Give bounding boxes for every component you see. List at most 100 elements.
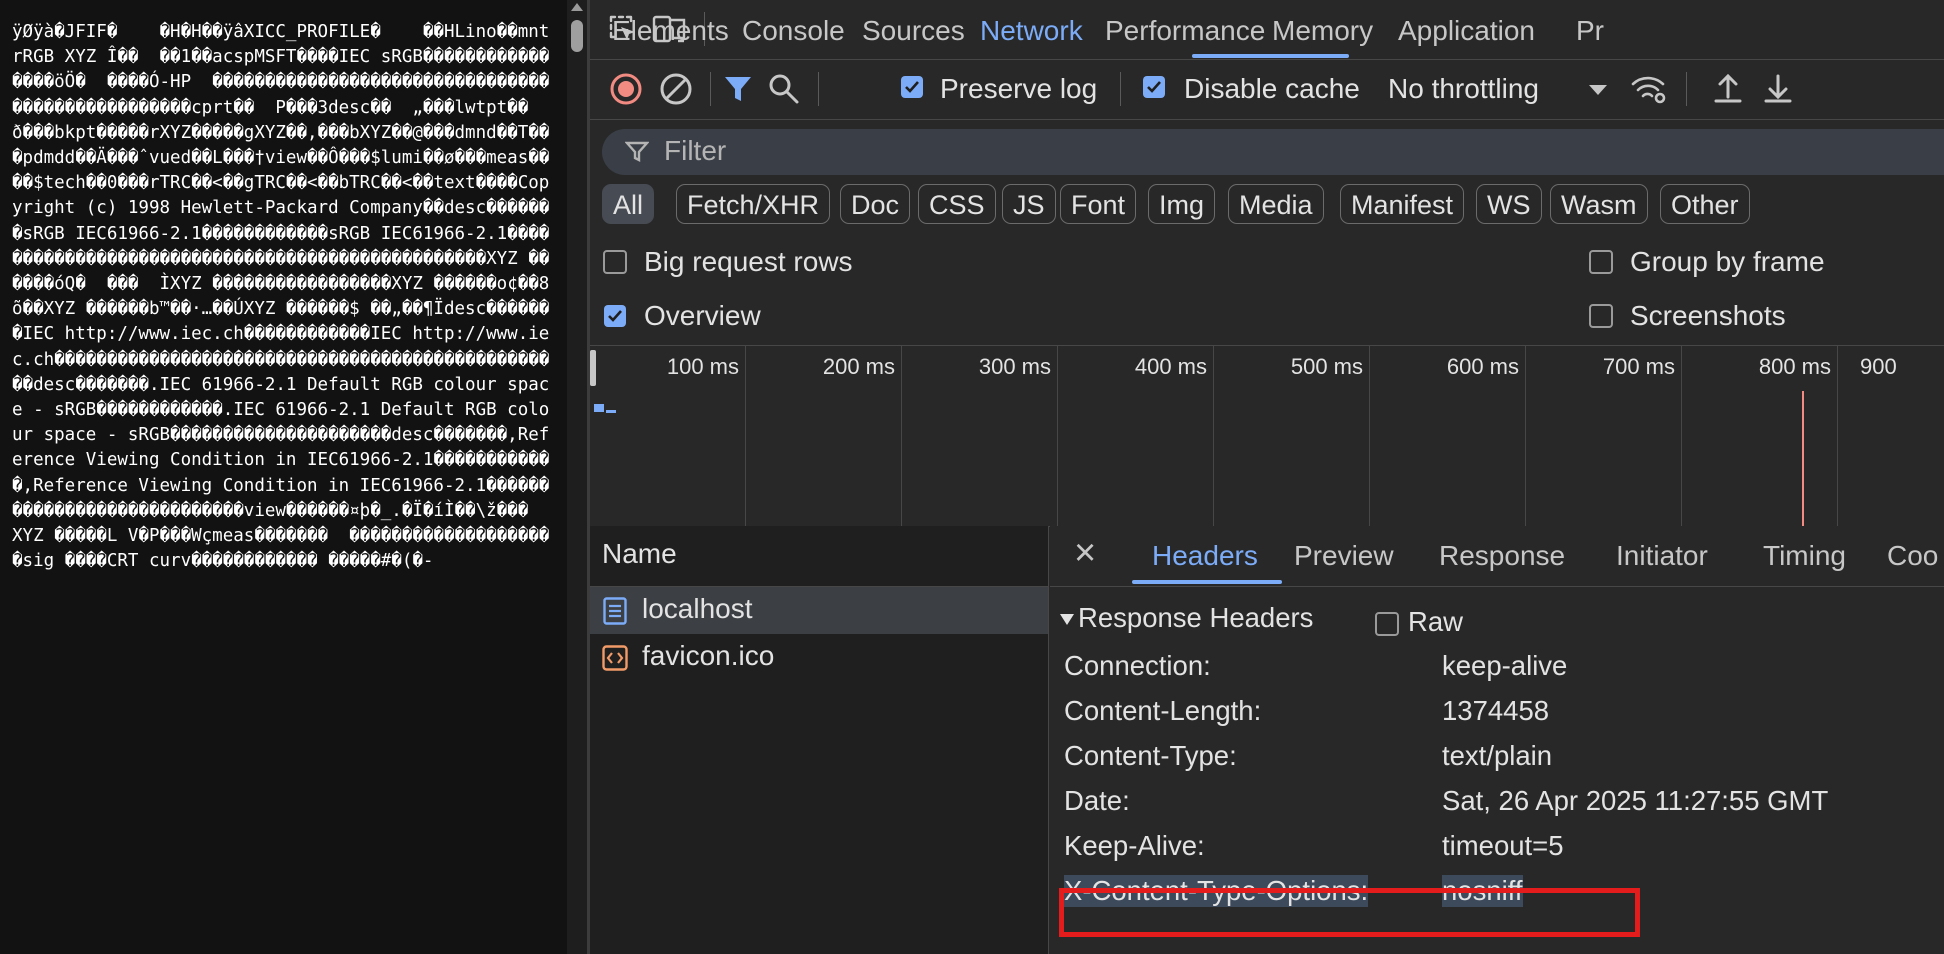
toolbar-separator: [818, 72, 819, 106]
tab-privacy-truncated[interactable]: Pr: [1576, 0, 1604, 59]
timeline-tick-label: 800 ms: [1758, 354, 1831, 379]
filter-type-css[interactable]: CSS: [918, 184, 996, 224]
timeline-gridline: [1057, 346, 1058, 526]
timeline-gridline: [901, 346, 902, 526]
tab-cookies-truncated[interactable]: Coo: [1887, 540, 1938, 572]
devtools-main-tabs: Elements Console Sources Network Perform…: [590, 0, 1944, 60]
scroll-up-arrow-icon[interactable]: [571, 3, 583, 11]
devtools-panel: Elements Console Sources Network Perform…: [590, 0, 1944, 954]
raw-checkbox-box[interactable]: [1375, 612, 1399, 636]
name-column-header[interactable]: Name: [590, 526, 1048, 587]
request-details-pane: × Headers Preview Response Initiator Tim…: [1050, 526, 1944, 954]
section-collapse-triangle-icon[interactable]: [1060, 614, 1074, 625]
filter-input[interactable]: Filter: [602, 129, 1944, 175]
tab-sources[interactable]: Sources: [862, 0, 965, 59]
request-list: Name localhost favicon.ico: [590, 526, 1049, 954]
filter-type-other[interactable]: Other: [1660, 184, 1750, 224]
network-overview-timeline[interactable]: 100 ms 200 ms 300 ms 400 ms 500 ms 600 m…: [590, 345, 1944, 527]
timeline-left-handle[interactable]: [590, 350, 596, 386]
timeline-tick-label: 100 ms: [666, 354, 739, 379]
overview-checkbox[interactable]: [604, 305, 626, 327]
filter-type-font[interactable]: Font: [1060, 184, 1137, 224]
disable-cache-checkbox[interactable]: [1143, 76, 1165, 98]
toolbar-separator: [1686, 72, 1687, 106]
disable-cache-label[interactable]: Disable cache: [1184, 73, 1360, 105]
tab-performance[interactable]: Performance: [1105, 0, 1265, 59]
name-column-label: Name: [602, 538, 677, 569]
page-scrollbar[interactable]: [567, 0, 587, 954]
request-row-favicon[interactable]: favicon.ico: [590, 634, 1048, 681]
group-by-frame-label[interactable]: Group by frame: [1630, 246, 1825, 278]
filter-type-ws[interactable]: WS: [1476, 184, 1542, 224]
group-by-frame-checkbox[interactable]: [1589, 250, 1613, 274]
clear-icon[interactable]: [658, 71, 694, 107]
response-headers-title[interactable]: Response Headers: [1078, 602, 1313, 634]
chevron-down-icon[interactable]: [1588, 83, 1608, 97]
big-request-rows-label[interactable]: Big request rows: [644, 246, 853, 278]
details-tab-strip: × Headers Preview Response Initiator Tim…: [1050, 526, 1944, 587]
filter-type-media[interactable]: Media: [1228, 184, 1324, 224]
tab-timing[interactable]: Timing: [1763, 540, 1846, 572]
filter-type-fetch-xhr[interactable]: Fetch/XHR: [676, 184, 831, 224]
toolbar-separator: [1120, 72, 1121, 106]
network-conditions-icon[interactable]: [1630, 71, 1668, 107]
filter-type-doc[interactable]: Doc: [840, 184, 911, 224]
header-name-keep-alive: Keep-Alive:: [1064, 830, 1205, 861]
record-stop-icon[interactable]: [608, 71, 644, 107]
network-toolbar: Preserve log Disable cache No throttling: [590, 59, 1944, 120]
preserve-log-checkbox[interactable]: [901, 76, 923, 98]
tab-preview[interactable]: Preview: [1294, 540, 1394, 572]
tab-initiator[interactable]: Initiator: [1616, 540, 1708, 572]
filter-icon[interactable]: [720, 71, 756, 107]
filter-type-img[interactable]: Img: [1148, 184, 1216, 224]
header-name-date: Date:: [1064, 785, 1130, 816]
request-name: favicon.ico: [642, 640, 775, 671]
header-value-date: Sat, 26 Apr 2025 11:27:55 GMT: [1442, 785, 1829, 816]
timeline-tick-label: 500 ms: [1290, 354, 1363, 379]
tab-console[interactable]: Console: [742, 0, 845, 59]
overview-label[interactable]: Overview: [644, 300, 761, 332]
tab-application[interactable]: Application: [1398, 0, 1535, 59]
timeline-request-bar: [606, 410, 616, 413]
tab-elements[interactable]: Elements: [612, 0, 729, 59]
raw-page-pane: ÿØÿà�JFIF� �H�H��ÿâXICC_PROFILE� ��HLino…: [0, 0, 567, 954]
screenshots-checkbox[interactable]: [1589, 304, 1613, 328]
screenshots-label[interactable]: Screenshots: [1630, 300, 1786, 332]
page-scrollbar-thumb[interactable]: [571, 20, 583, 52]
active-tab-underline: [1192, 54, 1349, 58]
timeline-tick-label: 900: [1860, 354, 1897, 379]
timeline-tick-label: 600 ms: [1446, 354, 1519, 379]
header-name-content-length: Content-Length:: [1064, 695, 1262, 726]
tab-headers[interactable]: Headers: [1152, 540, 1258, 572]
tab-response[interactable]: Response: [1439, 540, 1565, 572]
header-value-content-length: 1374458: [1442, 695, 1550, 726]
tab-memory[interactable]: Memory: [1272, 0, 1373, 59]
preserve-log-label[interactable]: Preserve log: [940, 73, 1097, 105]
header-name-connection: Connection:: [1064, 650, 1211, 681]
close-icon[interactable]: ×: [1074, 532, 1096, 575]
request-row-localhost[interactable]: localhost: [590, 587, 1048, 634]
timeline-tick-label: 700 ms: [1602, 354, 1675, 379]
tab-network[interactable]: Network: [980, 0, 1083, 59]
big-request-rows-checkbox[interactable]: [603, 250, 627, 274]
export-har-icon[interactable]: [1760, 71, 1796, 107]
header-value-content-type: text/plain: [1442, 740, 1553, 771]
timeline-gridline: [1837, 346, 1838, 526]
filter-type-manifest[interactable]: Manifest: [1340, 184, 1465, 224]
import-har-icon[interactable]: [1710, 71, 1746, 107]
filter-type-js[interactable]: JS: [1002, 184, 1056, 224]
header-value-connection: keep-alive: [1442, 650, 1568, 681]
throttling-select[interactable]: No throttling: [1388, 73, 1539, 105]
active-detail-tab-underline: [1132, 580, 1282, 584]
filter-type-wasm[interactable]: Wasm: [1550, 184, 1648, 224]
filter-funnel-icon: [624, 139, 650, 165]
filter-placeholder: Filter: [664, 135, 727, 166]
raw-label[interactable]: Raw: [1408, 606, 1463, 638]
toolbar-separator: [710, 72, 711, 106]
search-icon[interactable]: [766, 71, 802, 107]
script-icon: [602, 644, 628, 672]
filter-type-all[interactable]: All: [602, 184, 655, 224]
raw-page-text: ÿØÿà�JFIF� �H�H��ÿâXICC_PROFILE� ��HLino…: [12, 22, 550, 572]
document-icon: [602, 597, 628, 625]
load-event-marker: [1802, 391, 1804, 526]
